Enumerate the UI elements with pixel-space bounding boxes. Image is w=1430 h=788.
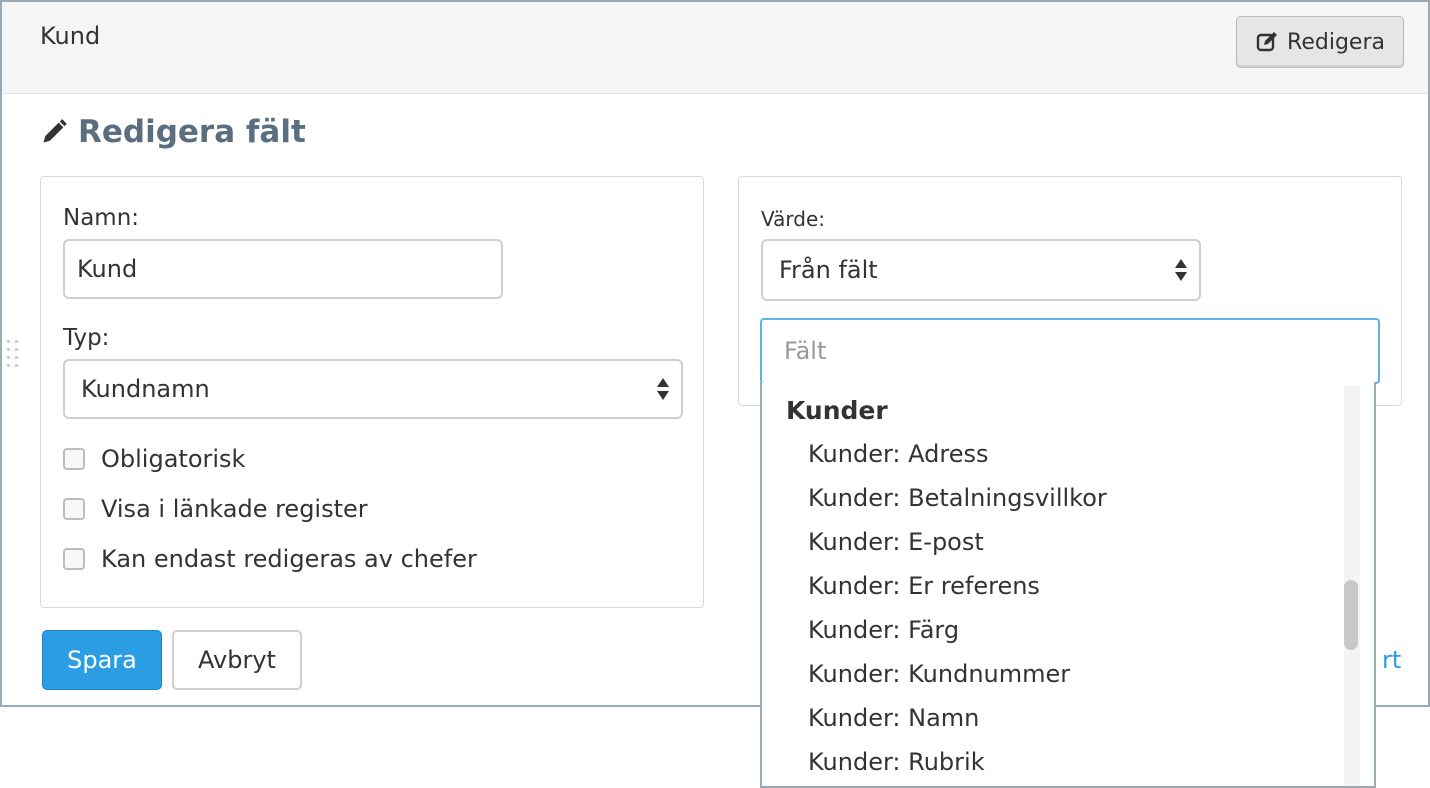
form-heading: Redigera fält: [40, 114, 306, 150]
drag-handle[interactable]: [4, 340, 22, 370]
dropdown-item[interactable]: Kunder: Betalningsvillkor: [808, 484, 1107, 512]
dropdown-group-header: Kunder: [786, 396, 888, 425]
checkbox-icon[interactable]: [63, 448, 85, 470]
name-label: Namn:: [63, 205, 140, 231]
checkbox-icon[interactable]: [63, 498, 85, 520]
checkbox-managers-only[interactable]: Kan endast redigeras av chefer: [63, 545, 477, 573]
type-select[interactable]: Kundnamn: [63, 359, 683, 419]
dropdown-item[interactable]: Kunder: Namn: [808, 704, 979, 732]
field-settings-box: Namn: Kund Typ: Kundnamn Obligatorisk Vi…: [40, 176, 704, 608]
value-source-value: Från fält: [779, 256, 878, 284]
dropdown-item[interactable]: Kunder: E-post: [808, 528, 984, 556]
panel-header: Kund Redigera: [2, 2, 1428, 94]
checkbox-label: Obligatorisk: [101, 445, 246, 473]
dropdown-item[interactable]: Kunder: Rubrik: [808, 748, 985, 776]
type-select-value: Kundnamn: [81, 375, 210, 403]
panel-title: Kund: [40, 22, 101, 50]
edit-button[interactable]: Redigera: [1236, 16, 1404, 68]
edit-button-label: Redigera: [1287, 29, 1385, 55]
checkbox-show-linked[interactable]: Visa i länkade register: [63, 495, 368, 523]
field-search-input[interactable]: Fält: [760, 318, 1380, 384]
dropdown-item[interactable]: Kunder: Er referens: [808, 572, 1040, 600]
value-label: Värde:: [761, 207, 825, 231]
dropdown-item[interactable]: Kunder: Kundnummer: [808, 660, 1070, 688]
checkbox-label: Visa i länkade register: [101, 495, 368, 523]
name-input-value: Kund: [77, 255, 138, 283]
dropdown-scrollbar-thumb[interactable]: [1344, 580, 1358, 650]
form-heading-text: Redigera fält: [78, 114, 306, 150]
cancel-button[interactable]: Avbryt: [172, 630, 302, 690]
pencil-icon: [43, 119, 67, 143]
dropdown-item[interactable]: Kunder: Adress: [808, 440, 988, 468]
name-input[interactable]: Kund: [63, 239, 503, 299]
sort-arrows-icon: [1175, 258, 1187, 282]
edit-square-icon: [1256, 32, 1278, 52]
type-label: Typ:: [63, 325, 110, 351]
dropdown-item[interactable]: Kunder: Färg: [808, 616, 959, 644]
sort-arrows-icon: [657, 377, 669, 401]
checkbox-icon[interactable]: [63, 548, 85, 570]
save-button[interactable]: Spara: [42, 630, 162, 690]
checkbox-label: Kan endast redigeras av chefer: [101, 545, 477, 573]
checkbox-required[interactable]: Obligatorisk: [63, 445, 245, 473]
field-dropdown-list[interactable]: Kunder Kunder: Adress Kunder: Betalnings…: [760, 382, 1376, 788]
partial-link[interactable]: rt: [1382, 646, 1401, 674]
value-source-select[interactable]: Från fält: [761, 239, 1201, 301]
